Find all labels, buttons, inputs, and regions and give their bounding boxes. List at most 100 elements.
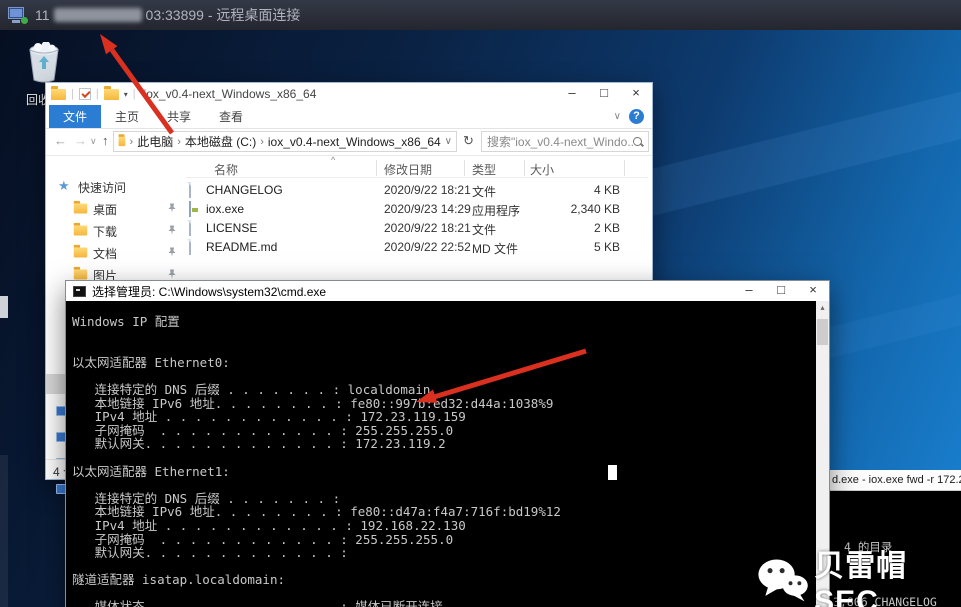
address-dropdown-icon[interactable]: ∨ [445, 136, 452, 147]
console-line: 子网掩码 . . . . . . . . . . . . : 255.255.2… [66, 529, 818, 543]
sidebar-quick-access[interactable]: ★ 快速访问 [46, 177, 186, 197]
address-bar[interactable]: › 此电脑 › 本地磁盘 (C:) › iox_v0.4-next_Window… [113, 131, 457, 152]
divider: | [71, 88, 74, 100]
tab-share[interactable]: 共享 [153, 105, 205, 128]
cmd-output: Windows IP 配置 以太网适配器 Ethernet0: 连接特定的 DN… [66, 301, 818, 607]
tab-home[interactable]: 主页 [101, 105, 153, 128]
properties-check-icon[interactable] [79, 88, 91, 100]
watermark-text: 贝雷帽SEC [814, 541, 961, 607]
folder-icon [51, 89, 66, 100]
text-cursor-block [608, 465, 617, 480]
breadcrumb-current-folder[interactable]: iox_v0.4-next_Windows_x86_64 [268, 135, 441, 149]
tab-file[interactable]: 文件 [49, 105, 101, 128]
scroll-up-icon[interactable]: ▴ [816, 303, 829, 312]
rdp-title-suffix: 03:33899 - 远程桌面连接 [146, 5, 301, 25]
sidebar-item-downloads[interactable]: 下载 [46, 221, 186, 241]
breadcrumb-separator: › [177, 136, 181, 148]
column-header-date[interactable]: 修改日期 [384, 161, 432, 178]
sidebar-item-desktop[interactable]: 桌面 [46, 199, 186, 219]
folder-icon [74, 226, 88, 236]
column-divider[interactable] [624, 160, 625, 176]
console-line: 媒体状态 . . . . . . . . . . . . : 媒体已断开连接 [66, 596, 818, 607]
search-input[interactable]: 搜索"iox_v0.4-next_Windo... [481, 131, 649, 152]
console-line [66, 338, 818, 352]
breadcrumb-drive-c[interactable]: 本地磁盘 (C:) [185, 133, 256, 150]
column-divider[interactable] [376, 160, 377, 176]
file-icon [189, 220, 191, 236]
minimize-button[interactable]: – [733, 281, 765, 300]
background-cmd-titlebar[interactable]: d.exe - iox.exe fwd -r 172.23 [823, 470, 961, 491]
back-icon[interactable]: ← [54, 133, 67, 148]
minimize-button[interactable]: – [556, 83, 588, 104]
cmd-icon [73, 286, 86, 297]
rdp-session-screen: 回收站 d.exe - iox.exe fwd -r 172.23 4 的目录 … [0, 0, 961, 607]
console-line: 连接特定的 DNS 后缀 . . . . . . . : [66, 488, 818, 502]
quick-access-star-icon: ★ [58, 178, 70, 194]
watermark: 贝雷帽SEC [757, 541, 961, 607]
console-line: 以太网适配器 Ethernet1: [66, 461, 818, 475]
cmd-window: 选择管理员: C:\Windows\system32\cmd.exe – □ ×… [65, 280, 830, 607]
rdp-title: 11 03:33899 - 远程桌面连接 [35, 5, 300, 25]
folder-icon [74, 204, 88, 214]
file-row-iox-exe[interactable]: iox.exe 2020/9/23 14:29 应用程序 2,340 KB [186, 200, 648, 219]
quick-access-toolbar-dropdown-icon[interactable]: ▾ [124, 90, 128, 99]
file-row-readme[interactable]: README.md 2020/9/22 22:52 MD 文件 5 KB [186, 238, 648, 257]
console-line: 以太网适配器 Ethernet0: [66, 352, 818, 366]
divider: | [133, 88, 136, 100]
console-line: 本地链接 IPv6 地址. . . . . . . . : fe80::d47a… [66, 501, 818, 515]
console-line: 子网掩码 . . . . . . . . . . . . : 255.255.2… [66, 420, 818, 434]
close-button[interactable]: × [620, 83, 652, 104]
rdp-host-prefix: 11 [35, 7, 50, 23]
rdp-connection-bar[interactable]: 11 03:33899 - 远程桌面连接 [0, 0, 961, 30]
console-line: IPv4 地址 . . . . . . . . . . . . : 172.23… [66, 406, 818, 420]
recent-locations-icon[interactable]: ∨ [90, 136, 97, 147]
maximize-button[interactable]: □ [588, 83, 620, 104]
forward-icon[interactable]: → [74, 133, 87, 148]
maximize-button[interactable]: □ [765, 281, 797, 300]
console-line: 本地链接 IPv6 地址. . . . . . . . : fe80::997b… [66, 393, 818, 407]
scrollbar-thumb[interactable] [817, 319, 828, 345]
explorer-window-title: iox_v0.4-next_Windows_x86_64 [144, 87, 317, 101]
folder-icon [74, 270, 88, 280]
address-toolbar: ← → ∨ ↑ › 此电脑 › 本地磁盘 (C:) › iox_v0.4-nex… [46, 129, 652, 156]
search-placeholder: 搜索"iox_v0.4-next_Windo... [487, 133, 633, 150]
explorer-titlebar[interactable]: | | ▾ | iox_v0.4-next_Windows_x86_64 – □… [46, 83, 652, 105]
column-header-type[interactable]: 类型 [472, 161, 496, 178]
application-icon [189, 201, 191, 217]
address-folder-icon [119, 137, 125, 146]
pin-icon [167, 203, 177, 213]
search-icon[interactable] [633, 137, 643, 147]
breadcrumb-this-pc[interactable]: 此电脑 [137, 133, 173, 150]
redacted-host-address [54, 8, 142, 22]
cmd-titlebar[interactable]: 选择管理员: C:\Windows\system32\cmd.exe – □ × [66, 281, 829, 301]
background-window-edge [0, 455, 8, 607]
column-divider[interactable] [464, 160, 465, 176]
new-folder-icon[interactable] [104, 89, 119, 100]
column-divider[interactable] [524, 160, 525, 176]
console-line: 隧道适配器 isatap.localdomain: [66, 569, 818, 583]
sort-ascending-icon: ^ [331, 155, 335, 165]
ribbon-expand-icon[interactable]: ∨ [614, 111, 621, 122]
pin-icon [167, 269, 177, 279]
up-icon[interactable]: ↑ [102, 133, 109, 148]
close-button[interactable]: × [797, 281, 829, 300]
console-line: Windows IP 配置 [66, 311, 818, 325]
file-icon [189, 239, 191, 255]
folder-icon [74, 248, 88, 258]
rdp-icon [8, 7, 28, 24]
ribbon-tabs: 文件 主页 共享 查看 ∨ ? [46, 105, 652, 129]
breadcrumb-separator: › [130, 136, 134, 148]
cmd-window-title: 选择管理员: C:\Windows\system32\cmd.exe [92, 283, 326, 300]
file-row-changelog[interactable]: CHANGELOG 2020/9/22 18:21 文件 4 KB [186, 181, 648, 200]
file-list-header: 名称 ^ 修改日期 类型 大小 [186, 158, 648, 178]
sidebar-item-documents[interactable]: 文档 [46, 243, 186, 263]
file-icon [189, 182, 191, 198]
console-line: 默认网关. . . . . . . . . . . . . : 172.23.1… [66, 433, 818, 447]
refresh-icon[interactable]: ↻ [463, 133, 474, 149]
help-icon[interactable]: ? [629, 109, 644, 124]
file-row-license[interactable]: LICENSE 2020/9/22 18:21 文件 2 KB [186, 219, 648, 238]
column-header-name[interactable]: 名称 [214, 161, 238, 178]
column-header-size[interactable]: 大小 [530, 161, 554, 178]
pin-icon [167, 225, 177, 235]
tab-view[interactable]: 查看 [205, 105, 257, 128]
